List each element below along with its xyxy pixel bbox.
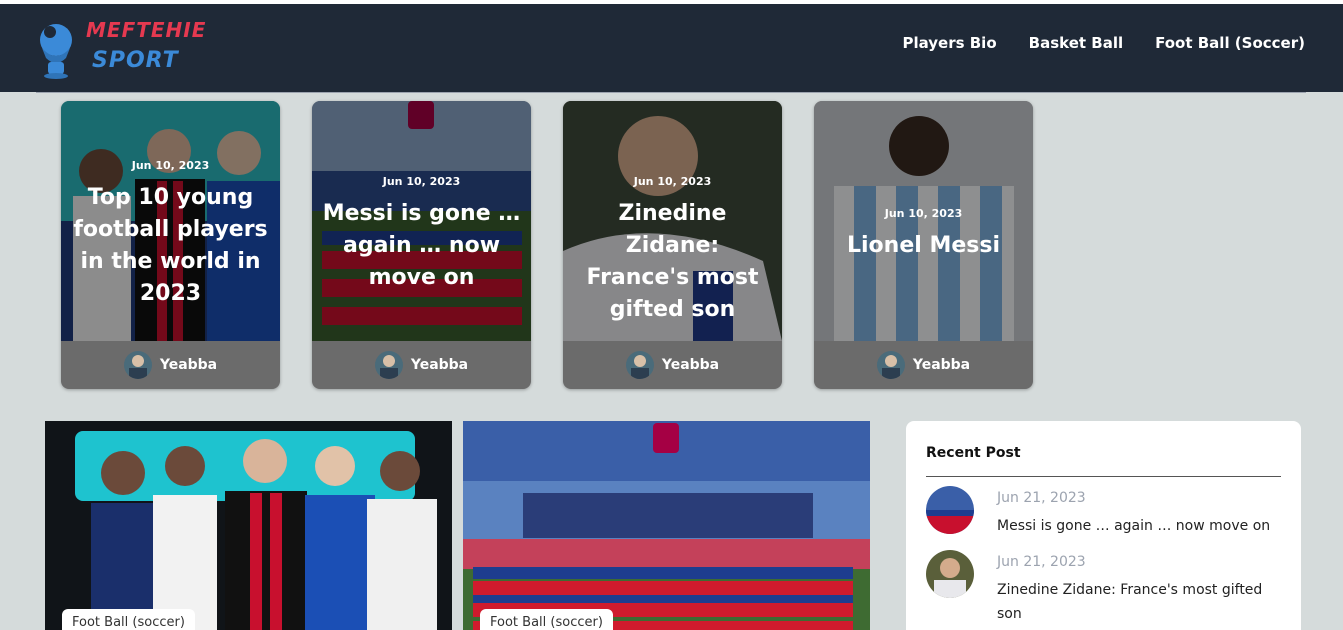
card-author[interactable]: Yeabba (312, 341, 531, 389)
recent-post-date: Jun 21, 2023 (997, 490, 1086, 506)
card-title[interactable]: Lionel Messi (814, 230, 1033, 262)
author-avatar (876, 351, 905, 379)
post-card[interactable]: Foot Ball (soccer) (45, 421, 452, 630)
main-nav: Players Bio Basket Ball Foot Ball (Socce… (902, 34, 1305, 52)
brand-line2: SPORT (92, 48, 179, 73)
category-tag[interactable]: Foot Ball (soccer) (62, 609, 195, 630)
card-date: Jun 10, 2023 (131, 159, 210, 172)
card-title[interactable]: Top 10 young football players in the wor… (61, 182, 280, 310)
author-name: Yeabba (912, 357, 971, 373)
card-author[interactable]: Yeabba (814, 341, 1033, 389)
recent-post-thumbnail (926, 550, 974, 598)
card-caption: Jun 10, 2023 Lionel Messi (814, 207, 1033, 262)
recent-post-title[interactable]: Messi is gone … again … now move on (997, 514, 1277, 538)
card-date: Jun 10, 2023 (382, 175, 461, 188)
author-name: Yeabba (159, 357, 218, 373)
recent-post-date: Jun 21, 2023 (997, 554, 1086, 570)
nav-football-soccer[interactable]: Foot Ball (Soccer) (1155, 34, 1305, 52)
post-card[interactable]: Foot Ball (soccer) (463, 421, 870, 630)
category-tag[interactable]: Foot Ball (soccer) (480, 609, 613, 630)
featured-card[interactable]: Jun 10, 2023 Top 10 young football playe… (61, 101, 280, 389)
card-title[interactable]: Messi is gone … again … now move on (312, 198, 531, 294)
author-name: Yeabba (410, 357, 469, 373)
brand-line1: MEFTEHIE (86, 18, 207, 42)
card-author[interactable]: Yeabba (61, 341, 280, 389)
recent-posts-widget: Recent Post Jun 21, 2023 Messi is gone …… (906, 421, 1301, 630)
site-header: MEFTEHIE SPORT Players Bio Basket Ball F… (0, 4, 1343, 92)
site-logo[interactable]: MEFTEHIE SPORT (36, 16, 205, 80)
card-title[interactable]: Zinedine Zidane: France's most gifted so… (563, 198, 782, 326)
card-caption: Jun 10, 2023 Messi is gone … again … now… (312, 175, 531, 294)
nav-basket-ball[interactable]: Basket Ball (1029, 34, 1123, 52)
author-avatar (374, 351, 403, 379)
featured-card[interactable]: Jun 10, 2023 Lionel Messi Yeabba (814, 101, 1033, 389)
nav-players-bio[interactable]: Players Bio (902, 34, 996, 52)
recent-post-title[interactable]: Zinedine Zidane: France's most gifted so… (997, 578, 1277, 626)
recent-divider (926, 476, 1281, 477)
card-date: Jun 10, 2023 (633, 175, 712, 188)
barcelona-team-image (463, 421, 870, 630)
card-caption: Jun 10, 2023 Top 10 young football playe… (61, 159, 280, 310)
header-divider (36, 92, 1306, 93)
author-avatar (625, 351, 654, 379)
card-author[interactable]: Yeabba (563, 341, 782, 389)
football-player-logo-icon (40, 24, 72, 79)
featured-card[interactable]: Jun 10, 2023 Messi is gone … again … now… (312, 101, 531, 389)
recent-post-thumbnail (926, 486, 974, 534)
author-avatar (123, 351, 152, 379)
featured-card[interactable]: Jun 10, 2023 Zinedine Zidane: France's m… (563, 101, 782, 389)
recent-posts-title: Recent Post (926, 445, 1021, 461)
card-caption: Jun 10, 2023 Zinedine Zidane: France's m… (563, 175, 782, 326)
young-players-image (45, 421, 452, 630)
author-name: Yeabba (661, 357, 720, 373)
card-date: Jun 10, 2023 (884, 207, 963, 220)
